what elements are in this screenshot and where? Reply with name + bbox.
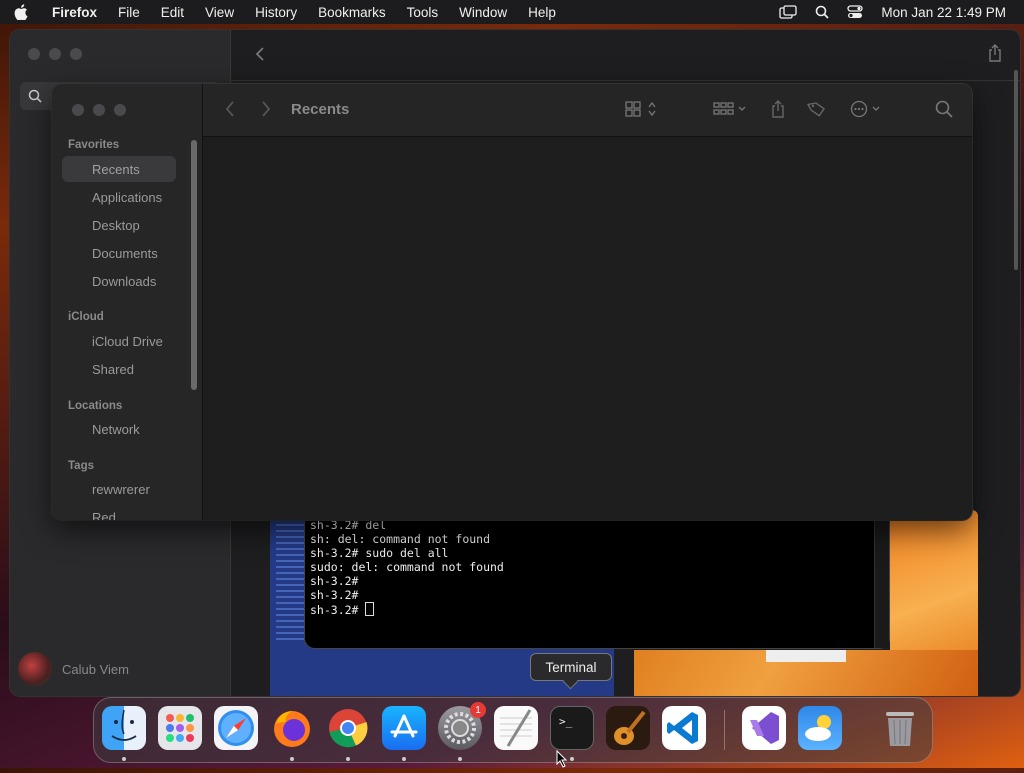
screen-mirroring-icon[interactable]	[779, 5, 798, 19]
menu-app-name[interactable]: Firefox	[52, 5, 97, 20]
sidebar-section-locations: Locations	[68, 400, 123, 412]
icon-view-icon[interactable]	[625, 100, 659, 123]
dock-trash-icon[interactable]	[878, 706, 922, 750]
menu-bar: Firefox File Edit View History Bookmarks…	[0, 0, 1024, 24]
sidebar-section-icloud: iCloud	[68, 311, 104, 323]
dock-separator	[724, 710, 725, 750]
zoom-button[interactable]	[70, 48, 82, 60]
tag-icon[interactable]	[807, 100, 827, 123]
back-icon[interactable]	[225, 100, 235, 123]
more-actions-icon[interactable]	[849, 100, 885, 123]
running-indicator	[458, 757, 462, 761]
minimize-button[interactable]	[93, 104, 105, 116]
share-icon[interactable]	[771, 100, 785, 123]
sidebar-item-applications[interactable]: Applications	[62, 184, 176, 210]
running-indicator	[346, 757, 350, 761]
dock-app-store-icon[interactable]	[382, 706, 426, 750]
menu-bookmarks[interactable]: Bookmarks	[318, 5, 386, 20]
sidebar-item-network[interactable]: Network	[62, 416, 176, 442]
running-indicator	[122, 757, 126, 761]
notification-badge: 1	[470, 702, 486, 718]
terminal-line: sh-3.2# del	[310, 518, 387, 532]
share-icon[interactable]	[988, 44, 1002, 67]
menu-window[interactable]: Window	[459, 5, 507, 20]
dock-garageband-icon[interactable]	[606, 706, 650, 750]
window-controls	[28, 48, 82, 60]
terminal-line: sh-3.2#	[310, 588, 359, 602]
sidebar-item-tag[interactable]: Red	[62, 504, 176, 521]
user-name: Calub Viem	[62, 661, 129, 677]
finder-sidebar: Favorites Recents Applications Desktop D…	[52, 84, 203, 520]
dock: 1 >_	[93, 697, 933, 763]
mouse-pointer-icon	[556, 749, 568, 773]
user-profile[interactable]: Calub Viem	[18, 652, 129, 686]
thumbnail-content	[766, 650, 846, 662]
menu-tools[interactable]: Tools	[407, 5, 439, 20]
menu-history[interactable]: History	[255, 5, 297, 20]
group-by-icon[interactable]	[713, 100, 749, 123]
sidebar-item-recents[interactable]: Recents	[62, 156, 176, 182]
terminal-window[interactable]: sh-3.2# del sh: del: command not found s…	[305, 518, 889, 648]
running-indicator	[570, 757, 574, 761]
sidebar-item-icloud-drive[interactable]: iCloud Drive	[62, 328, 176, 354]
sidebar-item-tag[interactable]: rewwrerer	[62, 476, 176, 502]
text-cursor	[365, 602, 375, 616]
firefox-toolbar	[231, 30, 1020, 81]
sidebar-item-shared[interactable]: Shared	[62, 356, 176, 382]
menu-edit[interactable]: Edit	[161, 5, 184, 20]
search-icon[interactable]	[935, 100, 953, 123]
thumbnail-content	[276, 524, 304, 644]
terminal-line: sh-3.2# sudo del all	[310, 546, 449, 560]
running-indicator	[402, 757, 406, 761]
dock-terminal-icon[interactable]: >_	[550, 706, 594, 750]
zoom-button[interactable]	[114, 104, 126, 116]
page-scrollbar[interactable]	[1014, 70, 1018, 270]
dock-vscode-icon[interactable]	[662, 706, 706, 750]
terminal-prompt[interactable]: sh-3.2#	[310, 602, 375, 617]
back-icon[interactable]	[255, 46, 265, 67]
dock-textedit-icon[interactable]	[494, 706, 538, 750]
terminal-scrollbar[interactable]	[874, 518, 889, 648]
finder-window: Favorites Recents Applications Desktop D…	[52, 84, 972, 520]
spotlight-search-icon[interactable]	[815, 5, 830, 19]
dock-finder-icon[interactable]	[102, 706, 146, 750]
dock-chrome-icon[interactable]	[326, 706, 370, 750]
sidebar-item-desktop[interactable]: Desktop	[62, 212, 176, 238]
terminal-line: sh: del: command not found	[310, 532, 491, 546]
dock-weather-icon[interactable]	[798, 706, 842, 750]
dock-tooltip: Terminal	[530, 653, 612, 681]
apple-menu-icon[interactable]	[14, 4, 40, 20]
avatar	[18, 652, 52, 686]
terminal-line: sudo: del: command not found	[310, 560, 504, 574]
menu-file[interactable]: File	[118, 5, 140, 20]
control-center-icon[interactable]	[847, 5, 864, 19]
finder-toolbar: Recents	[203, 84, 972, 137]
close-button[interactable]	[28, 48, 40, 60]
running-indicator	[290, 757, 294, 761]
dock-launchpad-icon[interactable]	[158, 706, 202, 750]
dock-safari-icon[interactable]	[214, 706, 258, 750]
sidebar-section-favorites: Favorites	[68, 139, 120, 151]
menubar-clock[interactable]: Mon Jan 22 1:49 PM	[881, 5, 1006, 20]
svg-text:>_: >_	[559, 715, 573, 728]
terminal-prompt-text: sh-3.2#	[310, 603, 366, 617]
window-thumbnail[interactable]	[634, 650, 978, 696]
sidebar-scrollbar[interactable]	[191, 140, 197, 390]
close-button[interactable]	[72, 104, 84, 116]
sidebar-item-downloads[interactable]: Downloads	[62, 268, 176, 294]
terminal-line: sh-3.2#	[310, 574, 359, 588]
search-icon	[28, 89, 42, 103]
sidebar-item-documents[interactable]: Documents	[62, 240, 176, 266]
forward-icon[interactable]	[261, 100, 271, 123]
menu-help[interactable]: Help	[528, 5, 556, 20]
dock-visual-studio-icon[interactable]	[742, 706, 786, 750]
window-controls	[72, 104, 126, 116]
minimize-button[interactable]	[49, 48, 61, 60]
dock-firefox-icon[interactable]	[270, 706, 314, 750]
finder-title: Recents	[291, 101, 350, 118]
menu-view[interactable]: View	[205, 5, 234, 20]
sidebar-section-tags: Tags	[68, 460, 94, 472]
